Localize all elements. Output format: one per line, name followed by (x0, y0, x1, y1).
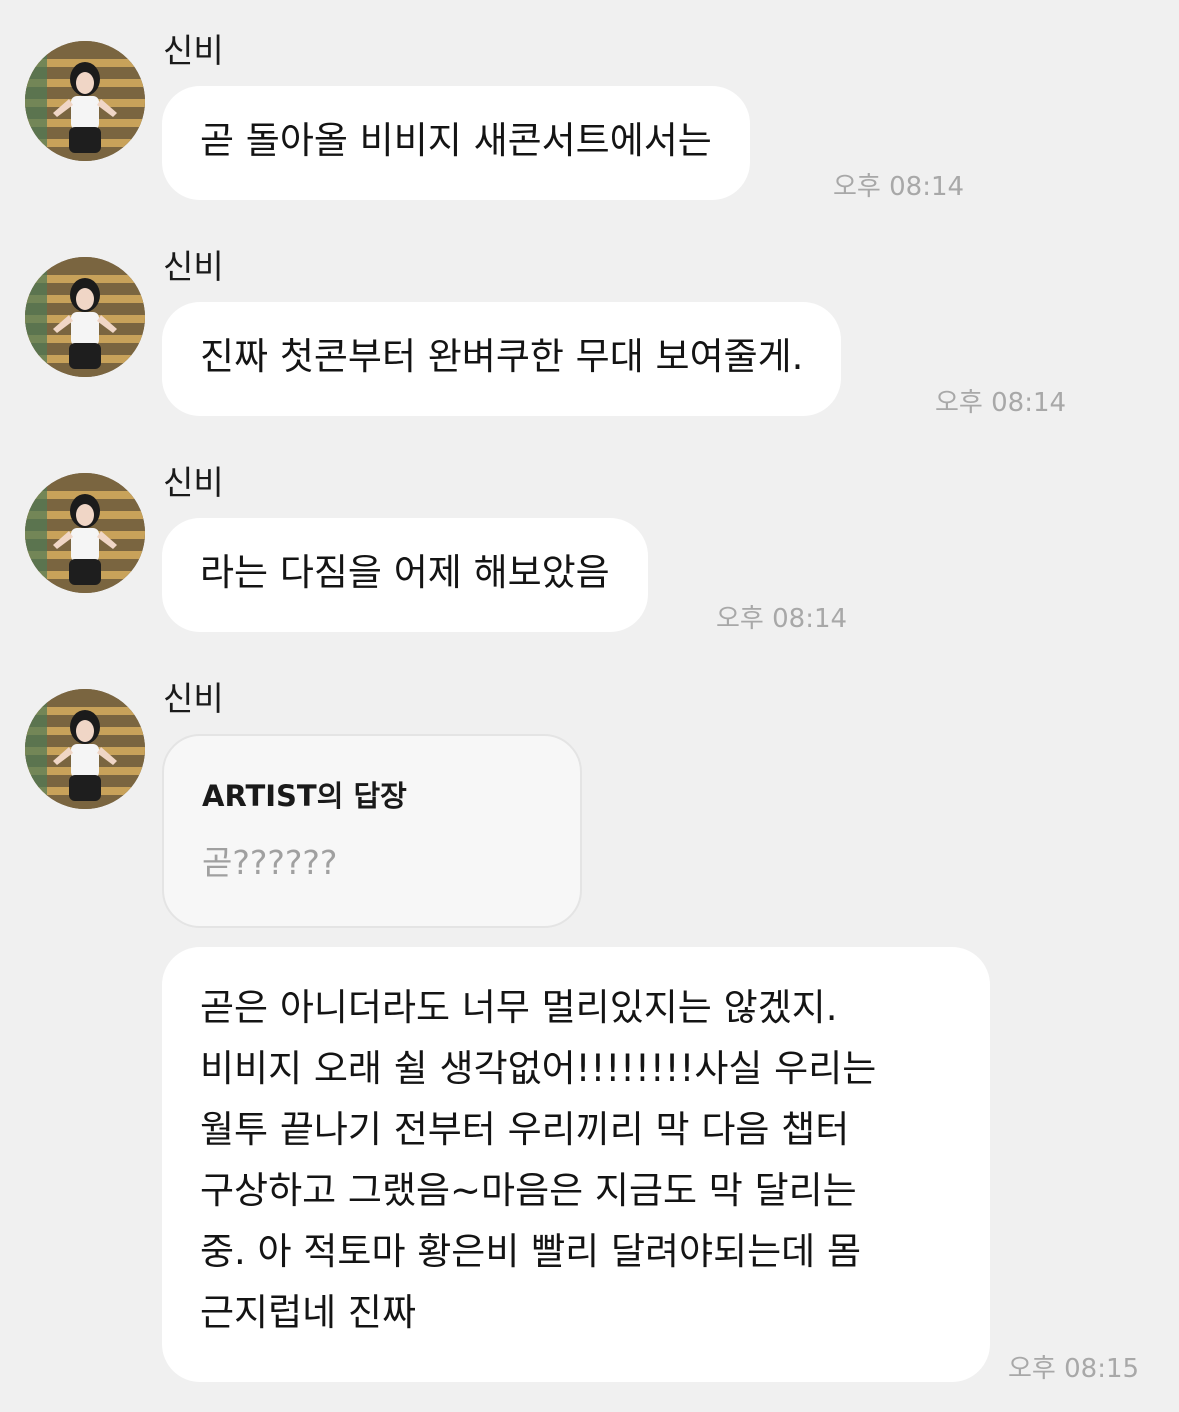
message-line: 구상하고 그랬음~마음은 지금도 막 달리는 (200, 1169, 857, 1212)
message-bubble[interactable]: 진짜 첫콘부터 완벼쿠한 무대 보여줄게. (162, 302, 842, 416)
message-timestamp: 오후 08:14 (833, 172, 965, 202)
sender-name: 신비 (163, 31, 224, 70)
message-line: 중. 아 적토마 황은비 빨리 달려야되는데 몸 (200, 1230, 862, 1273)
message-bubble[interactable]: 라는 다짐을 어제 해보았음 (162, 518, 648, 632)
message-timestamp: 오후 08:14 (935, 388, 1067, 418)
sender-name: 신비 (163, 463, 224, 502)
message-text: 진짜 첫콘부터 완벼쿠한 무대 보여줄게. (200, 335, 804, 378)
sender-name: 신비 (163, 247, 224, 286)
message-timestamp: 오후 08:14 (716, 604, 848, 634)
avatar[interactable] (25, 257, 145, 377)
message-line: 곧은 아니더라도 너무 멀리있지는 않겠지. (200, 986, 838, 1029)
avatar[interactable] (25, 473, 145, 593)
chat-thread: 신비 곧 돌아올 비비지 새콘서트에서는 오후 08:14 신비 진짜 첫콘부터… (0, 0, 1179, 1412)
message-timestamp: 오후 08:15 (1008, 1354, 1140, 1384)
message-text: 라는 다짐을 어제 해보았음 (200, 551, 610, 594)
message-text: 곧 돌아올 비비지 새콘서트에서는 (200, 119, 712, 162)
message-line: 월투 끝나기 전부터 우리끼리 막 다음 챕터 (200, 1108, 850, 1151)
profile-photo-icon (25, 689, 145, 809)
reply-quoted-text: 곧?????? (202, 843, 338, 882)
profile-photo-icon (25, 41, 145, 161)
reply-title: ARTIST의 답장 (202, 779, 407, 813)
sender-name: 신비 (163, 679, 224, 718)
avatar[interactable] (25, 689, 145, 809)
message-bubble[interactable]: 곧 돌아올 비비지 새콘서트에서는 (162, 86, 750, 200)
message-line: 근지럽네 진짜 (200, 1291, 417, 1334)
artist-reply-card[interactable]: ARTIST의 답장 곧?????? (162, 734, 582, 928)
avatar[interactable] (25, 41, 145, 161)
profile-photo-icon (25, 257, 145, 377)
message-line: 비비지 오래 쉴 생각없어!!!!!!!!사실 우리는 (200, 1047, 877, 1090)
message-bubble[interactable]: 곧은 아니더라도 너무 멀리있지는 않겠지. 비비지 오래 쉴 생각없어!!!!… (162, 947, 990, 1382)
profile-photo-icon (25, 473, 145, 593)
